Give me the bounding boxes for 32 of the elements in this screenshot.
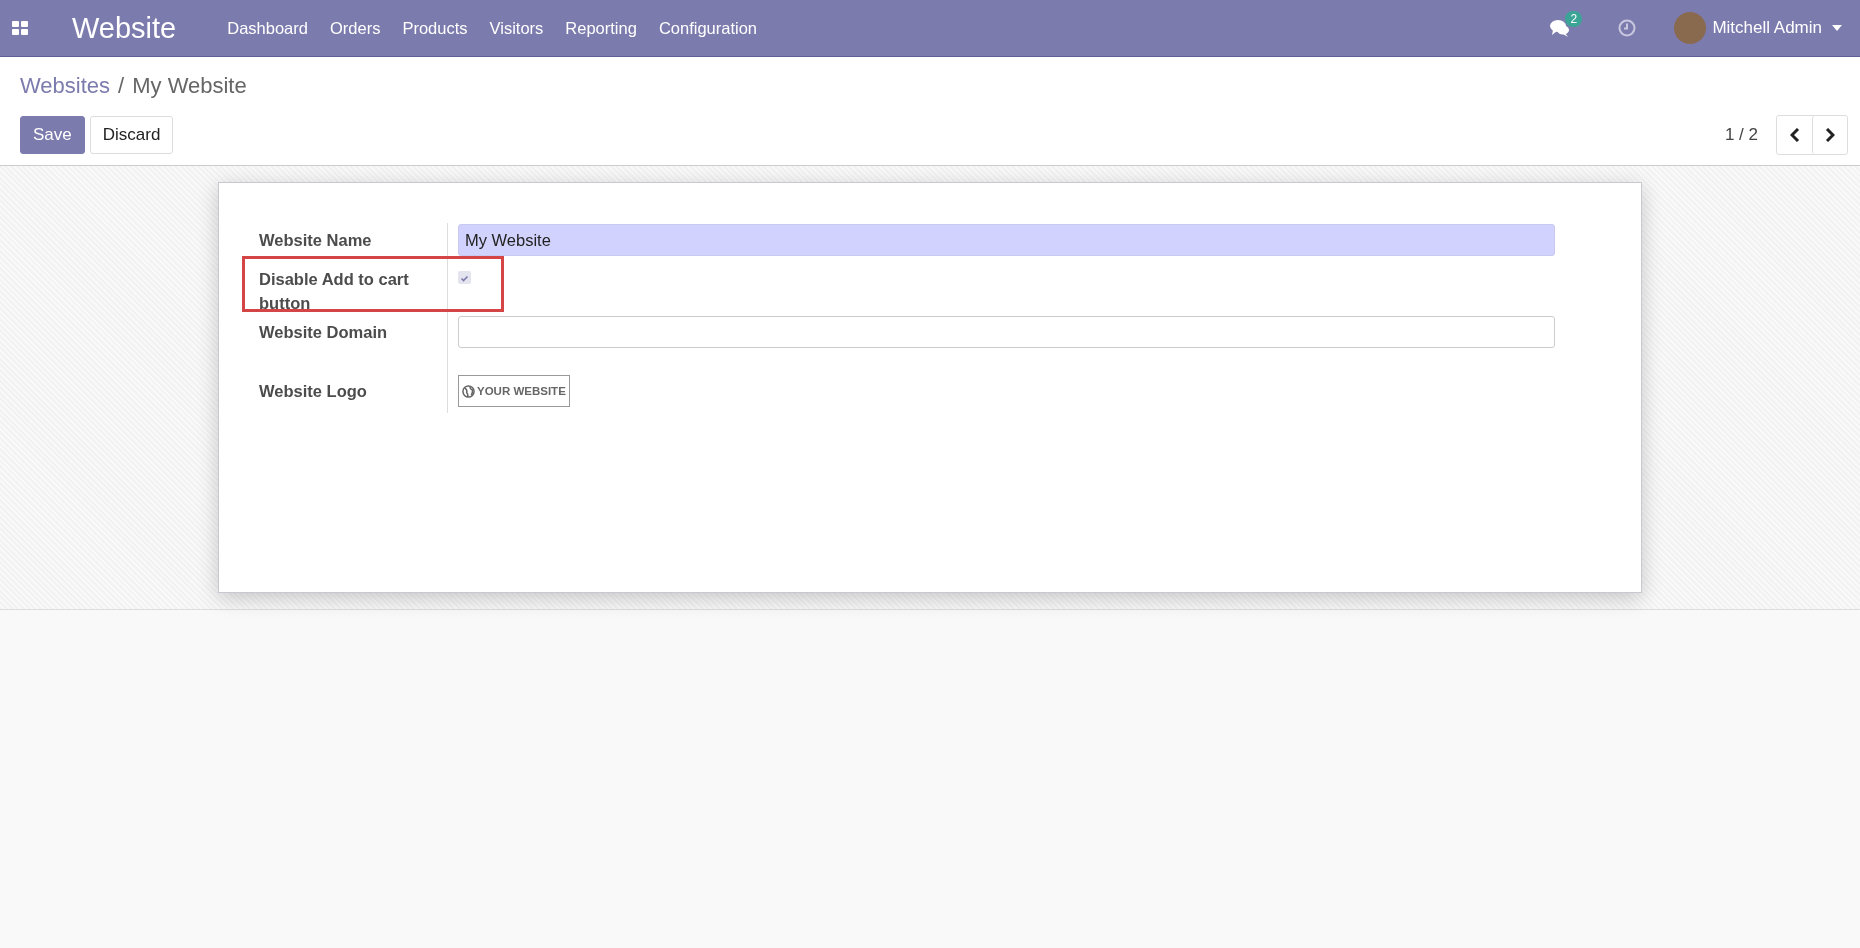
app-title: Website: [72, 11, 177, 45]
menu-item[interactable]: Dashboard: [216, 18, 319, 38]
save-button[interactable]: Save: [20, 116, 85, 154]
field-label: Website Domain: [259, 322, 389, 343]
user-name[interactable]: Mitchell Admin: [1712, 18, 1822, 38]
website-logo[interactable]: YOUR WEBSITE: [458, 375, 570, 407]
caret-icon[interactable]: [1832, 25, 1842, 31]
menu-item[interactable]: Configuration: [647, 18, 769, 38]
field-label: Website Name: [259, 230, 373, 251]
menu-item[interactable]: Orders: [318, 18, 392, 38]
field-label: Disable Add to cart button: [259, 269, 410, 314]
next-button[interactable]: [1812, 116, 1847, 154]
menu-item[interactable]: Visitors: [478, 18, 555, 38]
menu-item[interactable]: Products: [391, 18, 479, 38]
chevron-right-icon: [1825, 128, 1835, 142]
clock-icon[interactable]: [1618, 19, 1637, 37]
apps-menu-icon[interactable]: [12, 21, 28, 35]
input-field[interactable]: [458, 316, 1555, 348]
breadcrumb-link[interactable]: Websites: [20, 73, 111, 99]
input-field[interactable]: My Website: [458, 224, 1555, 256]
logo-text: YOUR WEBSITE: [477, 385, 566, 397]
breadcrumb-separator: /: [118, 73, 125, 99]
chat-bubbles-icon[interactable]: [1550, 19, 1571, 37]
discard-button[interactable]: Discard: [89, 116, 174, 154]
field-label: Website Logo: [259, 381, 368, 402]
menu-item[interactable]: Reporting: [554, 18, 648, 38]
globe-icon: [462, 384, 475, 398]
message-count-badge: 2: [1565, 11, 1583, 27]
breadcrumb-current: My Website: [132, 73, 247, 99]
chevron-left-icon: [1789, 128, 1800, 142]
pager-counter: 1 / 2: [1724, 125, 1758, 145]
checkbox[interactable]: [458, 271, 471, 284]
